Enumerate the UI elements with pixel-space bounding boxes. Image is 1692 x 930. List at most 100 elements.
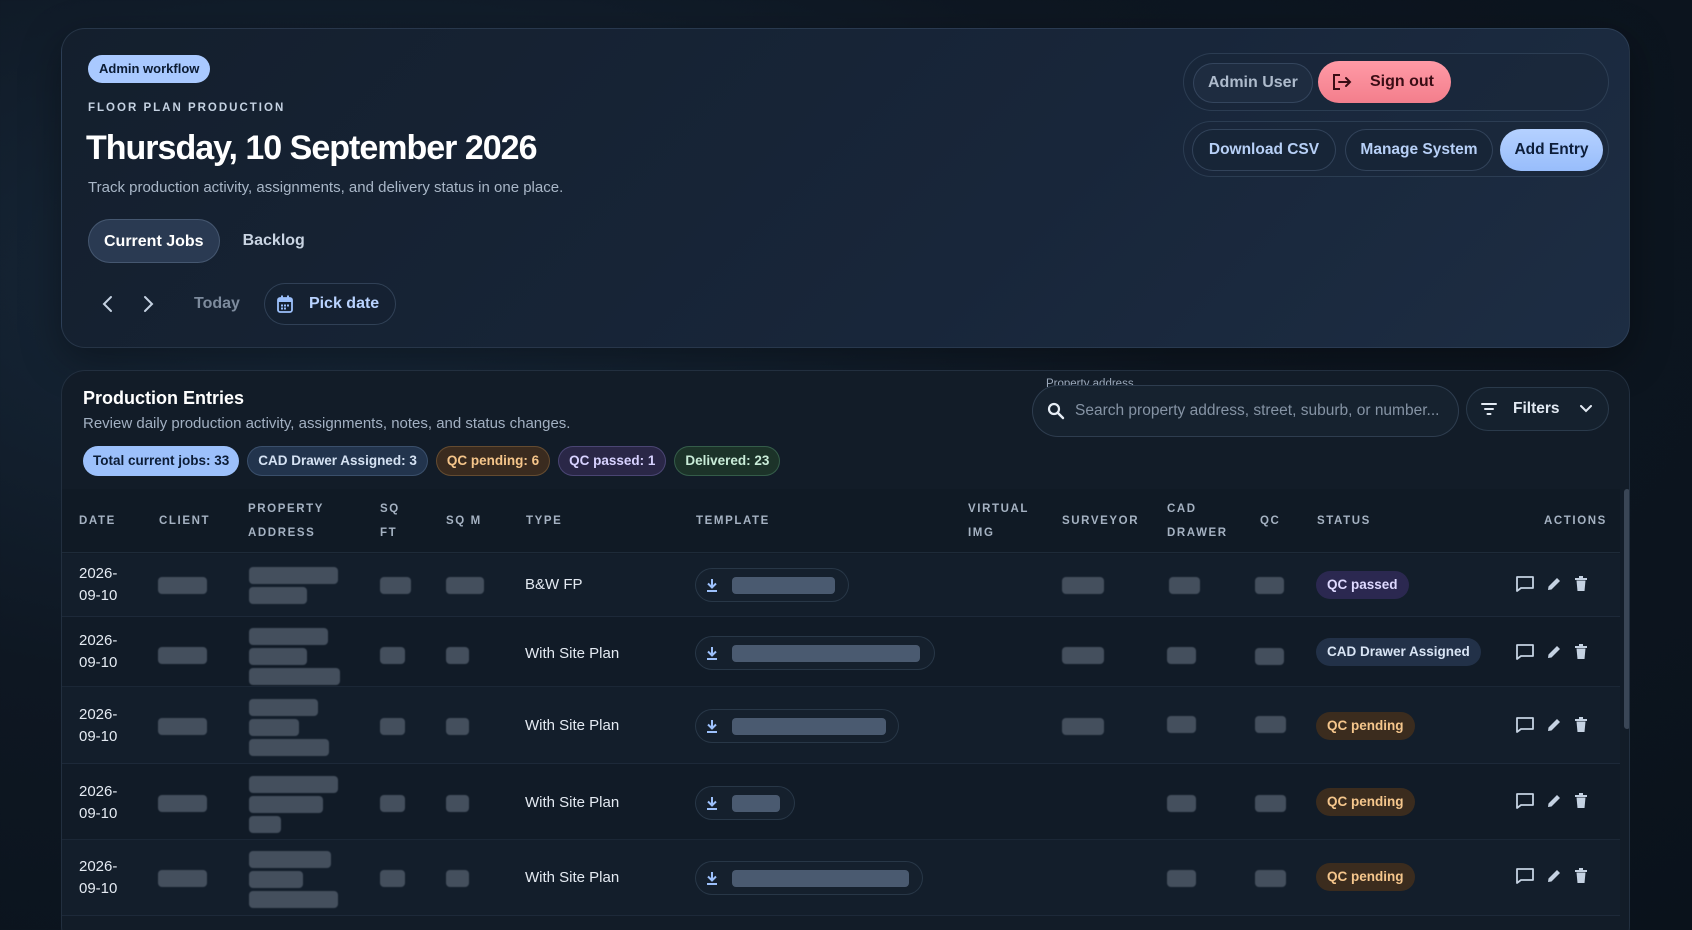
row-actions: [1515, 575, 1589, 593]
stat-delivered[interactable]: Delivered: 23: [674, 446, 781, 476]
col-property: PROPERTY: [248, 503, 325, 515]
view-tabs: Current Jobs Backlog: [88, 219, 320, 263]
row-type: With Site Plan: [525, 794, 620, 811]
status-badge: QC pending: [1316, 863, 1415, 891]
cad-drawer-redacted: [1167, 870, 1196, 887]
header-card: Admin workflow FLOOR PLAN PRODUCTION Thu…: [61, 28, 1630, 348]
stat-qc-pending[interactable]: QC pending: 6: [435, 446, 551, 476]
row-actions: [1515, 867, 1589, 885]
download-icon: [707, 579, 717, 592]
edit-icon[interactable]: [1545, 867, 1563, 885]
client-redacted: [158, 795, 207, 812]
comment-icon[interactable]: [1515, 643, 1535, 661]
status-badge: CAD Drawer Assigned: [1316, 638, 1481, 666]
template-download[interactable]: [695, 709, 899, 743]
comment-icon[interactable]: [1515, 792, 1535, 810]
row-actions: [1515, 792, 1589, 810]
surveyor-redacted: [1062, 647, 1104, 664]
comment-icon[interactable]: [1515, 716, 1535, 734]
sqft-redacted: [380, 577, 411, 594]
panel-title: Production Entries: [83, 388, 245, 408]
template-download[interactable]: [695, 636, 935, 670]
download-icon: [707, 720, 717, 733]
delete-icon[interactable]: [1573, 867, 1589, 885]
surveyor-redacted: [1062, 718, 1104, 735]
col-img: IMG: [968, 527, 995, 539]
table-row[interactable]: 2026- 09-10 With Site Plan QC pending: [62, 687, 1620, 764]
comment-icon[interactable]: [1515, 867, 1535, 885]
today-button[interactable]: Today: [194, 295, 240, 313]
manage-system-button[interactable]: Manage System: [1345, 129, 1493, 171]
template-download[interactable]: [695, 786, 795, 820]
sign-out-label: Sign out: [1370, 73, 1434, 90]
next-day-button[interactable]: [128, 284, 168, 324]
delete-icon[interactable]: [1573, 643, 1589, 661]
address-redacted: [249, 567, 338, 584]
status-badge: QC pending: [1316, 712, 1415, 740]
table-scrollbar[interactable]: [1624, 489, 1629, 729]
download-csv-button[interactable]: Download CSV: [1192, 129, 1336, 171]
search-input[interactable]: Search property address, street, suburb,…: [1032, 385, 1459, 437]
cad-drawer-redacted: [1169, 577, 1200, 594]
download-icon: [707, 647, 717, 660]
col-template: TEMPLATE: [696, 515, 770, 527]
delete-icon[interactable]: [1573, 575, 1589, 593]
page-subtitle: Track production activity, assignments, …: [88, 179, 564, 196]
tab-backlog[interactable]: Backlog: [228, 219, 320, 263]
user-name-pill[interactable]: Admin User: [1193, 63, 1313, 103]
table-row[interactable]: 2026- 09-10 With Site Plan QC pending: [62, 764, 1620, 840]
row-actions: [1515, 643, 1589, 661]
address-redacted: [249, 816, 281, 833]
filters-button[interactable]: Filters: [1466, 387, 1609, 431]
tab-current-jobs[interactable]: Current Jobs: [88, 219, 220, 263]
template-download[interactable]: [695, 568, 849, 602]
panel-subtitle: Review daily production activity, assign…: [83, 415, 571, 432]
stat-qc-passed[interactable]: QC passed: 1: [558, 446, 667, 476]
address-redacted: [249, 871, 303, 888]
comment-icon[interactable]: [1515, 575, 1535, 593]
edit-icon[interactable]: [1545, 716, 1563, 734]
col-drawer: DRAWER: [1167, 527, 1228, 539]
stat-total-jobs[interactable]: Total current jobs: 33: [83, 446, 240, 476]
col-sq: SQ: [380, 503, 400, 515]
download-icon: [707, 872, 717, 885]
template-name-redacted: [732, 576, 835, 594]
qc-redacted: [1255, 577, 1284, 594]
table-row[interactable]: 2026- 09-10 B&W FP QC passed: [62, 554, 1620, 617]
edit-icon[interactable]: [1545, 792, 1563, 810]
delete-icon[interactable]: [1573, 716, 1589, 734]
col-virtual: VIRTUAL: [968, 503, 1030, 515]
row-date: 2026- 09-10: [79, 858, 118, 897]
sqm-redacted: [446, 718, 469, 735]
client-redacted: [158, 718, 207, 735]
edit-icon[interactable]: [1545, 575, 1563, 593]
sqft-redacted: [380, 647, 405, 664]
template-name-redacted: [732, 869, 909, 887]
search-icon: [1047, 402, 1065, 420]
template-name-redacted: [732, 717, 886, 735]
row-date: 2026- 09-10: [79, 565, 118, 604]
address-redacted: [249, 648, 307, 665]
col-surveyor: SURVEYOR: [1062, 515, 1140, 527]
previous-day-button[interactable]: [88, 284, 128, 324]
sign-out-button[interactable]: Sign out: [1318, 61, 1451, 103]
action-bar: Download CSV Manage System Add Entry: [1183, 121, 1609, 177]
table-row[interactable]: 2026- 09-10 With Site Plan QC pending: [62, 840, 1620, 916]
pick-date-button[interactable]: Pick date: [263, 283, 397, 325]
row-type: With Site Plan: [525, 645, 620, 662]
cad-drawer-redacted: [1167, 647, 1196, 664]
sqm-redacted: [446, 577, 484, 594]
address-redacted: [249, 796, 323, 813]
template-download[interactable]: [695, 861, 923, 895]
delete-icon[interactable]: [1573, 792, 1589, 810]
address-redacted: [249, 699, 318, 716]
surveyor-redacted: [1062, 577, 1104, 594]
address-redacted: [249, 776, 338, 793]
calendar-icon: [277, 295, 293, 313]
table-row[interactable]: 2026- 09-10 With Site Plan CAD Drawer Ass…: [62, 617, 1620, 687]
stat-cad-assigned[interactable]: CAD Drawer Assigned: 3: [247, 446, 428, 476]
date-navigation: Today Pick date: [88, 283, 397, 325]
add-entry-button[interactable]: Add Entry: [1500, 129, 1603, 171]
address-redacted: [249, 891, 338, 908]
edit-icon[interactable]: [1545, 643, 1563, 661]
